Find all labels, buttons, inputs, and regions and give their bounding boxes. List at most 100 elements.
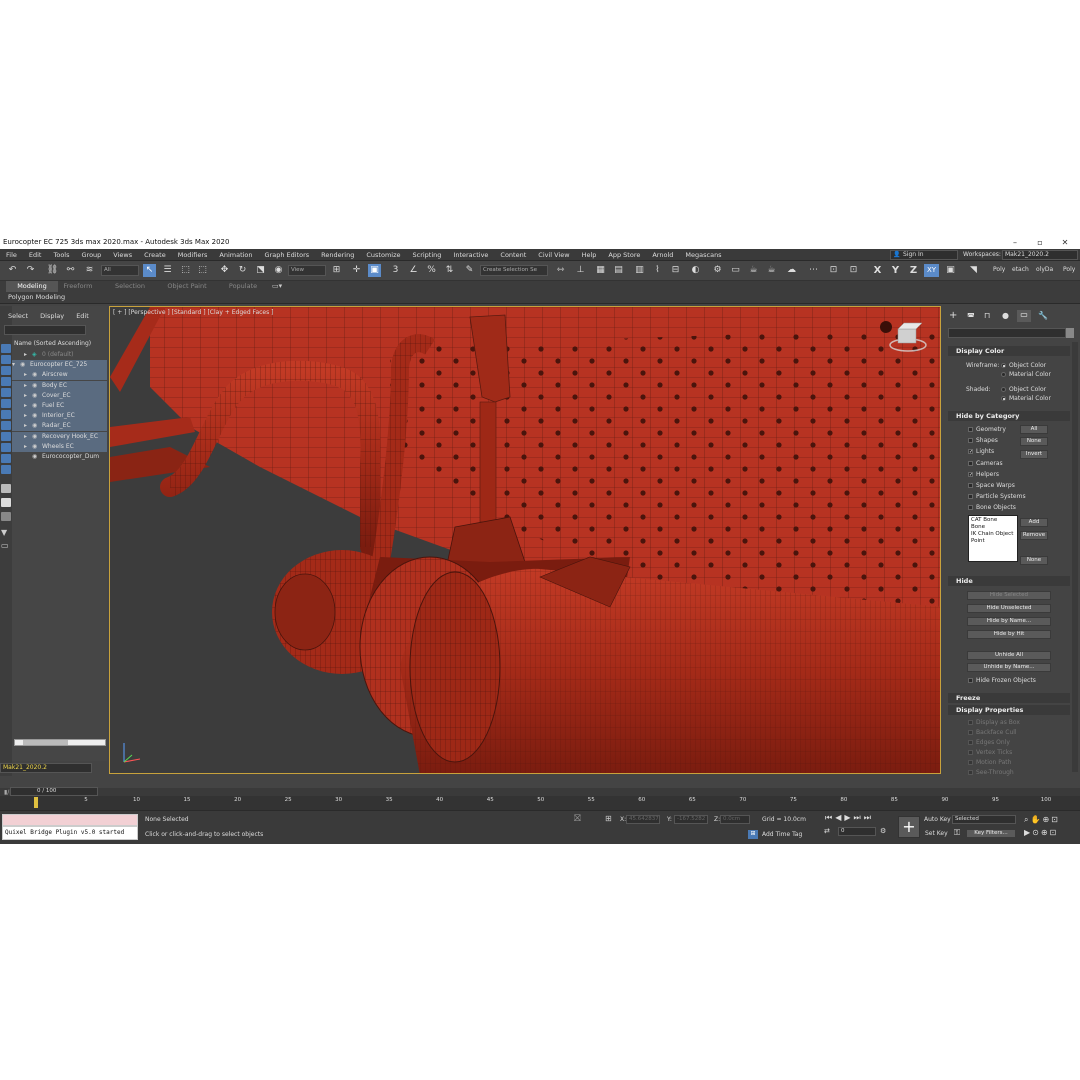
menu-item-megascans[interactable]: Megascans: [679, 249, 727, 261]
expand-arrow-icon[interactable]: ▸: [24, 370, 32, 380]
hide-by-name-button[interactable]: Hide by Name...: [967, 617, 1051, 626]
motion-tab-icon[interactable]: ●: [1002, 311, 1009, 320]
expand-arrow-icon[interactable]: ▸: [24, 411, 32, 421]
menu-item-content[interactable]: Content: [494, 249, 532, 261]
category-list-none-button[interactable]: None: [1020, 556, 1048, 565]
menu-item-animation[interactable]: Animation: [213, 249, 258, 261]
restrict-x-button[interactable]: X: [871, 264, 884, 277]
ribbon-tab-object-paint[interactable]: Object Paint: [160, 281, 214, 292]
display-property-checkbox[interactable]: [968, 770, 973, 775]
hide-by-category-rollout[interactable]: Hide by Category: [948, 411, 1070, 421]
menu-item-modifiers[interactable]: Modifiers: [172, 249, 214, 261]
menu-item-rendering[interactable]: Rendering: [315, 249, 360, 261]
render-iterative-icon[interactable]: ☕: [765, 264, 778, 277]
scene-row[interactable]: ▸ ◉ Recovery Hook_EC: [12, 431, 107, 442]
menu-item-graph-editors[interactable]: Graph Editors: [259, 249, 316, 261]
display-children-icon[interactable]: [1, 355, 11, 364]
category-checkbox[interactable]: [968, 483, 973, 488]
time-marker[interactable]: [34, 797, 38, 808]
toggle-ribbon-icon[interactable]: ▥: [633, 264, 646, 277]
display-cameras-icon[interactable]: [1, 399, 11, 408]
extras-icon[interactable]: ◥: [967, 264, 980, 277]
material-editor-icon[interactable]: ◐: [689, 264, 702, 277]
display-property-checkbox[interactable]: [968, 730, 973, 735]
display-property-checkbox[interactable]: [968, 720, 973, 725]
z-coordinate-field[interactable]: 0.0cm: [720, 815, 750, 824]
display-property-checkbox[interactable]: [968, 740, 973, 745]
toggle-scene-explorer-icon[interactable]: ▦: [594, 264, 607, 277]
unhide-all-button[interactable]: Unhide All: [967, 651, 1051, 660]
viewport-orbit-icons[interactable]: ▶⊙⊕⊡: [1024, 828, 1058, 837]
auto-key-button[interactable]: Auto Key: [924, 816, 951, 823]
time-slider[interactable]: 0 / 100: [10, 787, 98, 796]
visibility-eye-icon[interactable]: ◉: [20, 360, 30, 370]
display-lights-icon[interactable]: [1, 388, 11, 397]
x-coordinate-field[interactable]: 45.642837: [626, 815, 660, 824]
close-button[interactable]: ✕: [1058, 236, 1072, 249]
mirror-icon[interactable]: ⇿: [554, 264, 567, 277]
bone-list-item[interactable]: CAT Bone: [971, 517, 1015, 524]
viewport-label[interactable]: [ + ] [Perspective ] [Standard ] [Clay +…: [113, 309, 274, 316]
display-containers-icon[interactable]: [1, 465, 11, 474]
scene-row[interactable]: ▸ ◉ Body EC: [12, 380, 107, 391]
key-filters-button[interactable]: Key Filters...: [966, 829, 1016, 838]
current-frame-field[interactable]: 0: [838, 827, 876, 836]
ribbon-tab-modeling[interactable]: Modeling: [6, 281, 58, 292]
scene-row[interactable]: ▸ ◉ Fuel EC: [12, 401, 107, 411]
select-manipulate-icon[interactable]: ✛: [350, 264, 363, 277]
menu-item-interactive[interactable]: Interactive: [447, 249, 494, 261]
minimize-button[interactable]: –: [1008, 236, 1022, 249]
menu-item-tools[interactable]: Tools: [47, 249, 75, 261]
bone-category-list[interactable]: CAT Bone Bone IK Chain Object Point: [968, 515, 1018, 562]
menu-item-customize[interactable]: Customize: [360, 249, 406, 261]
scene-states-icon[interactable]: ⊡: [847, 264, 860, 277]
toolbar-right-tab[interactable]: etach: [1012, 266, 1029, 273]
shaded-object-color-radio[interactable]: [1001, 387, 1006, 392]
edit-named-selection-icon[interactable]: ✎: [463, 264, 476, 277]
bone-list-item[interactable]: Bone: [971, 524, 1015, 531]
expand-arrow-icon[interactable]: ▸: [24, 350, 32, 360]
angle-snap-icon[interactable]: ∠: [407, 264, 420, 277]
category-checkbox[interactable]: [968, 438, 973, 444]
manage-layers-icon[interactable]: ⊡: [827, 264, 840, 277]
viewport-nav-icons[interactable]: ⌕✋⊕⊡: [1024, 815, 1060, 825]
scene-row[interactable]: ▸ ◉ Airscrew: [12, 370, 107, 381]
render-production-icon[interactable]: ☕: [747, 264, 760, 277]
modify-tab-icon[interactable]: ◚: [967, 312, 975, 321]
hide-selected-button[interactable]: Hide Selected: [967, 591, 1051, 600]
display-properties-rollout[interactable]: Display Properties: [948, 705, 1070, 715]
pivot-center-icon[interactable]: ⊞: [330, 264, 343, 277]
timeline[interactable]: ▮/▯ 0 / 100 5 10 15 20 25 30 35 40 45 50 55 60 65 70 7…: [0, 787, 1080, 810]
expand-arrow-icon[interactable]: ▸: [24, 391, 32, 401]
percent-snap-icon[interactable]: %: [425, 264, 438, 277]
category-checkbox[interactable]: ✓: [968, 471, 973, 477]
scrollbar-thumb[interactable]: [23, 740, 68, 745]
restrict-y-button[interactable]: Y: [889, 264, 902, 277]
layer-dropdown[interactable]: Mak21_2020.2: [0, 763, 92, 773]
display-geometry-icon[interactable]: [1, 366, 11, 375]
freeze-rollout[interactable]: Freeze: [948, 693, 1070, 703]
visibility-eye-icon[interactable]: ◉: [32, 401, 42, 411]
maximize-button[interactable]: ▫: [1033, 236, 1047, 249]
perspective-viewport[interactable]: [ + ] [Perspective ] [Standard ] [Clay +…: [109, 306, 941, 774]
sign-in-dropdown[interactable]: 👤 Sign In: [890, 250, 958, 260]
category-all-button[interactable]: All: [1020, 425, 1048, 434]
visibility-eye-icon[interactable]: ◉: [32, 381, 42, 391]
menu-item-edit[interactable]: Edit: [23, 249, 48, 261]
toolbar-right-tab[interactable]: Poly: [993, 266, 1005, 273]
category-checkbox[interactable]: ✓: [968, 449, 973, 455]
scene-row[interactable]: ▸ ◉ Radar_EC: [12, 421, 107, 432]
filter-icon[interactable]: ▼: [1, 528, 11, 537]
ribbon-tab-freeform[interactable]: Freeform: [58, 281, 98, 292]
rendered-frame-window-icon[interactable]: ▭: [729, 264, 742, 277]
category-checkbox[interactable]: [968, 494, 973, 500]
hide-rollout[interactable]: Hide: [948, 576, 1070, 586]
hide-by-hit-button[interactable]: Hide by Hit: [967, 630, 1051, 639]
display-tab-icon[interactable]: ▭: [1017, 310, 1031, 322]
display-property-checkbox[interactable]: [968, 750, 973, 755]
redo-icon[interactable]: ↷: [24, 264, 37, 277]
y-coordinate-field[interactable]: -167.5282: [674, 815, 708, 824]
expand-arrow-icon[interactable]: ▸: [24, 421, 32, 431]
hide-frozen-checkbox[interactable]: [968, 678, 973, 683]
category-checkbox[interactable]: [968, 505, 973, 511]
